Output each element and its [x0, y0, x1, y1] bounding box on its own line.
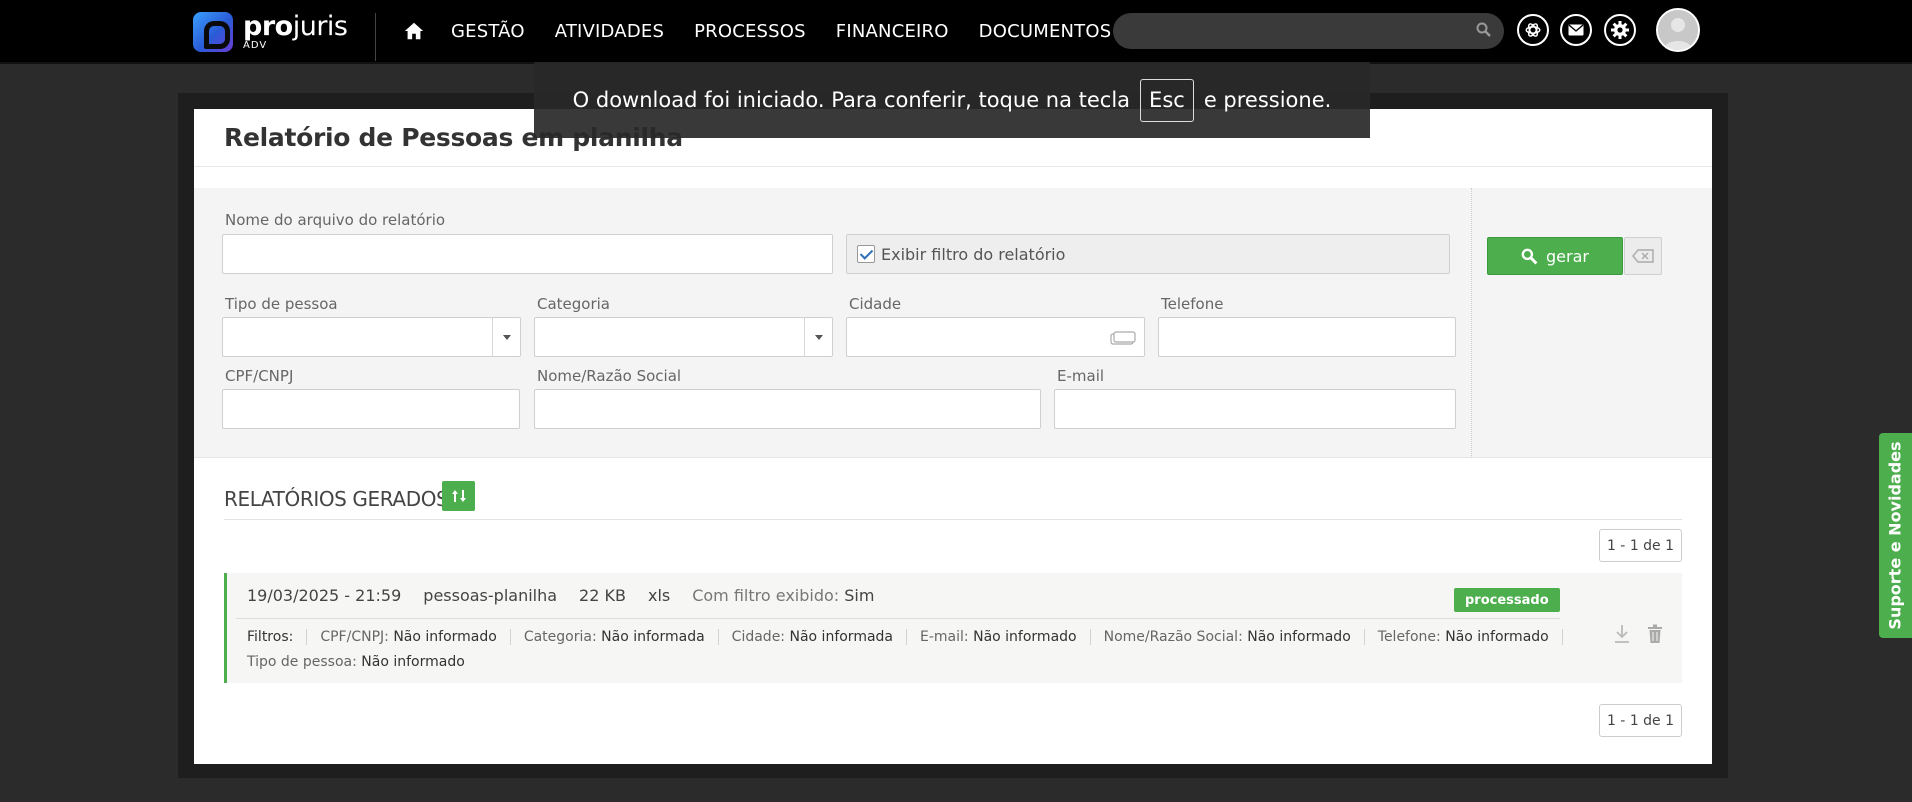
- title-divider: [194, 166, 1712, 167]
- logo-sub: ADV: [243, 40, 268, 51]
- report-datetime: 19/03/2025 - 21:59: [247, 586, 402, 605]
- city-field[interactable]: [846, 317, 1145, 357]
- esc-key-hint: Esc: [1140, 78, 1194, 122]
- top-navbar: projuris ADV GESTÃO ATIVIDADES PROCESSOS…: [0, 0, 1912, 64]
- nav-item-documentos[interactable]: DOCUMENTOS: [979, 21, 1112, 42]
- report-size: 22 KB: [579, 586, 626, 605]
- filter-cpf-cnpj: CPF/CNPJ: Não informado: [307, 629, 511, 645]
- reports-section-title: RELATÓRIOS GERADOS: [224, 487, 449, 511]
- show-filter-toggle[interactable]: Exibir filtro do relatório: [846, 234, 1450, 274]
- nav-item-processos[interactable]: PROCESSOS: [694, 21, 806, 42]
- nav-divider: [375, 13, 376, 61]
- report-row-divider: [236, 618, 1560, 619]
- search-icon: [1521, 248, 1538, 264]
- clear-button[interactable]: [1624, 237, 1662, 275]
- filter-person-type: Tipo de pessoa: Não informado: [247, 654, 465, 670]
- email-field[interactable]: [1054, 389, 1456, 429]
- show-filter-checkbox[interactable]: [857, 245, 875, 263]
- pagination-top[interactable]: 1 - 1 de 1: [1599, 529, 1682, 562]
- file-name-label: Nome do arquivo do relatório: [225, 211, 446, 229]
- cpf-cnpj-label: CPF/CNPJ: [225, 367, 294, 385]
- lookup-icon[interactable]: [1110, 331, 1136, 345]
- generate-button[interactable]: gerar: [1487, 237, 1623, 275]
- filter-email: E-mail: Não informado: [907, 629, 1091, 645]
- gear-icon: [1611, 21, 1629, 39]
- filter-phone: Telefone: Não informado: [1365, 629, 1563, 645]
- ai-assistant-button[interactable]: [1517, 14, 1549, 46]
- user-silhouette-icon: [1658, 10, 1698, 50]
- download-toast: O download foi iniciado. Para conferir, …: [534, 62, 1370, 138]
- cpf-cnpj-field[interactable]: [222, 389, 520, 429]
- home-icon[interactable]: [403, 20, 427, 44]
- openai-icon: [1525, 23, 1541, 37]
- support-news-tab[interactable]: Suporte e Novidades: [1879, 433, 1912, 638]
- show-filter-label: Exibir filtro do relatório: [881, 244, 1066, 264]
- nav-item-gestao[interactable]: GESTÃO: [451, 21, 525, 42]
- reports-divider: [224, 519, 1682, 520]
- generate-button-label: gerar: [1546, 246, 1589, 266]
- filter-category: Categoria: Não informada: [511, 629, 719, 645]
- status-badge: processado: [1454, 588, 1560, 612]
- user-avatar[interactable]: [1656, 8, 1700, 52]
- email-label: E-mail: [1057, 367, 1105, 385]
- name-label: Nome/Razão Social: [537, 367, 682, 385]
- chevron-down-icon[interactable]: [804, 318, 832, 356]
- phone-field[interactable]: [1158, 317, 1456, 357]
- report-name: pessoas-planilha: [423, 586, 558, 605]
- envelope-icon: [1568, 24, 1584, 36]
- report-filter-shown: Com filtro exibido: Sim: [692, 586, 875, 605]
- chevron-down-icon[interactable]: [492, 318, 520, 356]
- projuris-logo-icon: [193, 12, 233, 52]
- clear-input-icon: [1632, 249, 1654, 263]
- sort-icon: [451, 490, 466, 502]
- nav-item-financeiro[interactable]: FINANCEIRO: [836, 21, 949, 42]
- main-menu: GESTÃO ATIVIDADES PROCESSOS FINANCEIRO D…: [451, 0, 1141, 62]
- person-type-select[interactable]: [222, 317, 521, 357]
- search-icon[interactable]: [1476, 22, 1492, 38]
- logo-name: projuris: [243, 11, 348, 42]
- name-field[interactable]: [534, 389, 1041, 429]
- file-name-field[interactable]: [222, 234, 833, 274]
- filter-name: Nome/Razão Social: Não informado: [1091, 629, 1365, 645]
- report-card: Relatório de Pessoas em planilha Nome do…: [194, 109, 1712, 764]
- city-label: Cidade: [849, 295, 902, 313]
- sort-button[interactable]: [442, 481, 475, 511]
- messages-button[interactable]: [1560, 14, 1592, 46]
- projuris-logo[interactable]: projuris ADV: [193, 12, 348, 52]
- filters-title: Filtros:: [247, 629, 308, 645]
- filter-city: Cidade: Não informada: [719, 629, 908, 645]
- category-label: Categoria: [537, 295, 611, 313]
- report-filters: Filtros: CPF/CNPJ: Não informado Categor…: [247, 629, 1563, 645]
- filter-panel-separator: [1471, 188, 1472, 458]
- search-input[interactable]: [1113, 13, 1504, 49]
- nav-item-atividades[interactable]: ATIVIDADES: [555, 21, 664, 42]
- report-summary: 19/03/2025 - 21:59 pessoas-planilha 22 K…: [247, 586, 874, 605]
- support-news-label: Suporte e Novidades: [1886, 441, 1905, 630]
- category-select[interactable]: [534, 317, 833, 357]
- trash-icon[interactable]: [1645, 623, 1665, 645]
- settings-button[interactable]: [1604, 14, 1636, 46]
- pagination-bottom[interactable]: 1 - 1 de 1: [1599, 704, 1682, 737]
- report-extension: xls: [647, 586, 671, 605]
- person-type-label: Tipo de pessoa: [225, 295, 338, 313]
- toast-text-before: O download foi iniciado. Para conferir, …: [572, 88, 1131, 112]
- phone-label: Telefone: [1161, 295, 1224, 313]
- toast-text-after: e pressione.: [1203, 88, 1332, 112]
- download-icon[interactable]: [1612, 623, 1632, 645]
- report-row[interactable]: 19/03/2025 - 21:59 pessoas-planilha 22 K…: [224, 573, 1682, 683]
